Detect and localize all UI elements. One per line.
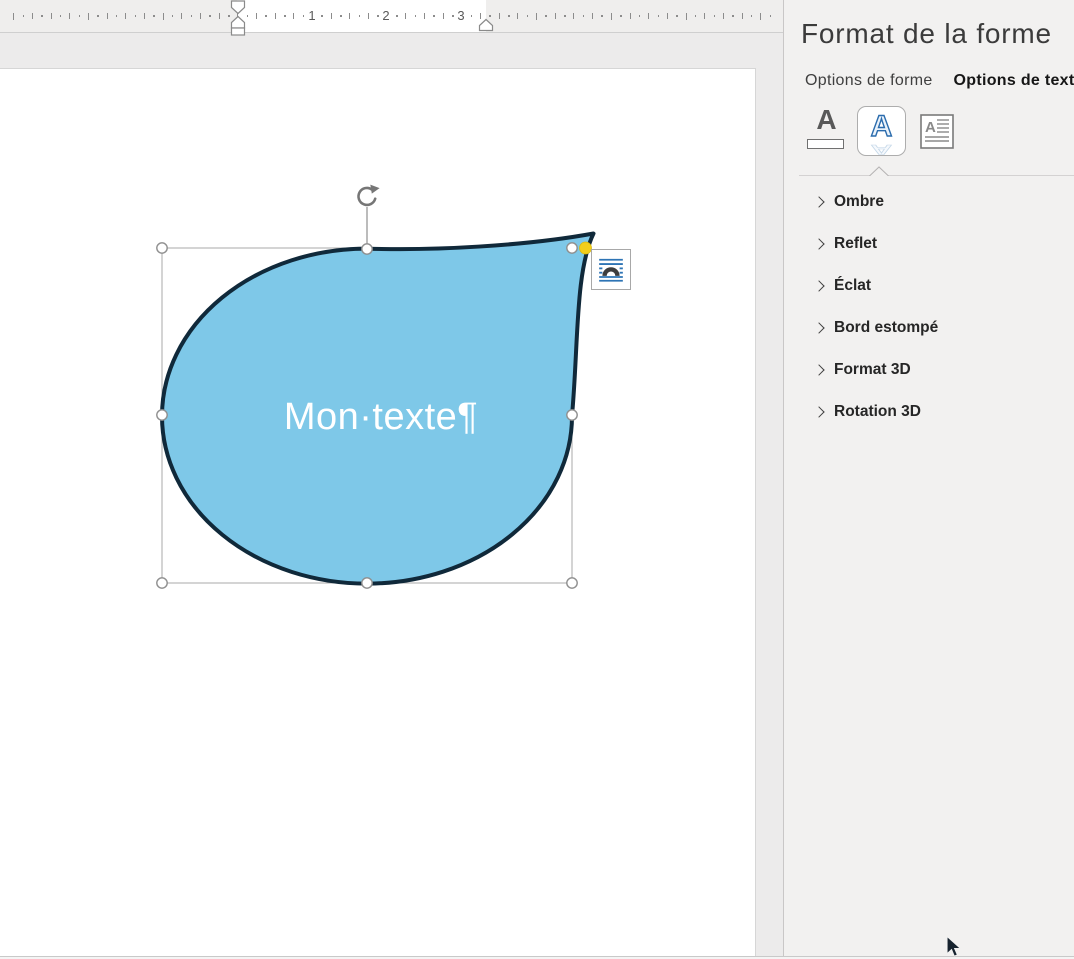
- selection-handle-bottom-right[interactable]: [567, 578, 577, 588]
- effects-section-list: Ombre Reflet Éclat Bord estompé Format 3…: [784, 181, 1074, 433]
- selected-tool-caret: [869, 166, 889, 176]
- chevron-right-icon: [813, 406, 824, 417]
- section-label: Ombre: [834, 193, 884, 210]
- text-effects-icon: A: [858, 110, 905, 144]
- selection-handle-top-left[interactable]: [157, 243, 167, 253]
- selection-handle-mid-left[interactable]: [157, 410, 167, 420]
- section-row-bord-estompe[interactable]: Bord estompé: [784, 307, 1074, 349]
- text-effects-button[interactable]: A A: [857, 106, 906, 156]
- selection-handle-top-center[interactable]: [362, 244, 372, 254]
- format-shape-pane: Format de la forme Options de formeOptio…: [783, 0, 1074, 956]
- first-line-indent-marker[interactable]: [232, 1, 245, 14]
- selection-handle-bottom-center[interactable]: [362, 578, 372, 588]
- section-row-ombre[interactable]: Ombre: [784, 181, 1074, 223]
- section-row-eclat[interactable]: Éclat: [784, 265, 1074, 307]
- svg-text:A: A: [925, 119, 936, 136]
- text-fill-outline-button[interactable]: A: [804, 104, 849, 152]
- adjustment-handle[interactable]: [580, 242, 592, 254]
- section-row-format-3d[interactable]: Format 3D: [784, 349, 1074, 391]
- chevron-right-icon: [813, 196, 824, 207]
- chevron-right-icon: [813, 238, 824, 249]
- selection-handle-bottom-left[interactable]: [157, 578, 167, 588]
- section-label: Rotation 3D: [834, 403, 921, 420]
- chevron-right-icon: [813, 280, 824, 291]
- section-label: Éclat: [834, 277, 871, 294]
- text-fill-icon: A: [804, 104, 849, 136]
- selection-handle-mid-right[interactable]: [567, 410, 577, 420]
- text-fill-bar: [807, 139, 844, 149]
- text-wrap-icon: [597, 256, 625, 284]
- word-app-window: 1 2 3 Mon·texte¶: [0, 0, 1074, 959]
- chevron-right-icon: [813, 322, 824, 333]
- left-indent-marker[interactable]: [232, 28, 245, 35]
- tab-shape-options[interactable]: Options de forme: [805, 72, 933, 90]
- text-effects-reflection: A: [858, 147, 905, 152]
- pane-divider: [799, 175, 1074, 176]
- tab-text-options[interactable]: Options de texte: [954, 72, 1074, 90]
- hanging-indent-marker[interactable]: [232, 17, 245, 29]
- section-row-rotation-3d[interactable]: Rotation 3D: [784, 391, 1074, 433]
- layout-options-button[interactable]: [591, 249, 631, 290]
- section-row-reflet[interactable]: Reflet: [784, 223, 1074, 265]
- section-label: Format 3D: [834, 361, 911, 378]
- section-label: Bord estompé: [834, 319, 938, 336]
- pane-title: Format de la forme: [801, 18, 1052, 50]
- selection-handle-top-right[interactable]: [567, 243, 577, 253]
- right-indent-marker[interactable]: [480, 20, 493, 31]
- textbox-icon: A: [920, 114, 954, 149]
- shape-text[interactable]: Mon·texte¶: [284, 396, 478, 438]
- chevron-right-icon: [813, 364, 824, 375]
- ruler-indent-markers: [0, 0, 520, 38]
- section-label: Reflet: [834, 235, 877, 252]
- textbox-layout-button[interactable]: A: [920, 114, 954, 149]
- pane-tabs: Options de forme Options de texte: [805, 72, 1074, 90]
